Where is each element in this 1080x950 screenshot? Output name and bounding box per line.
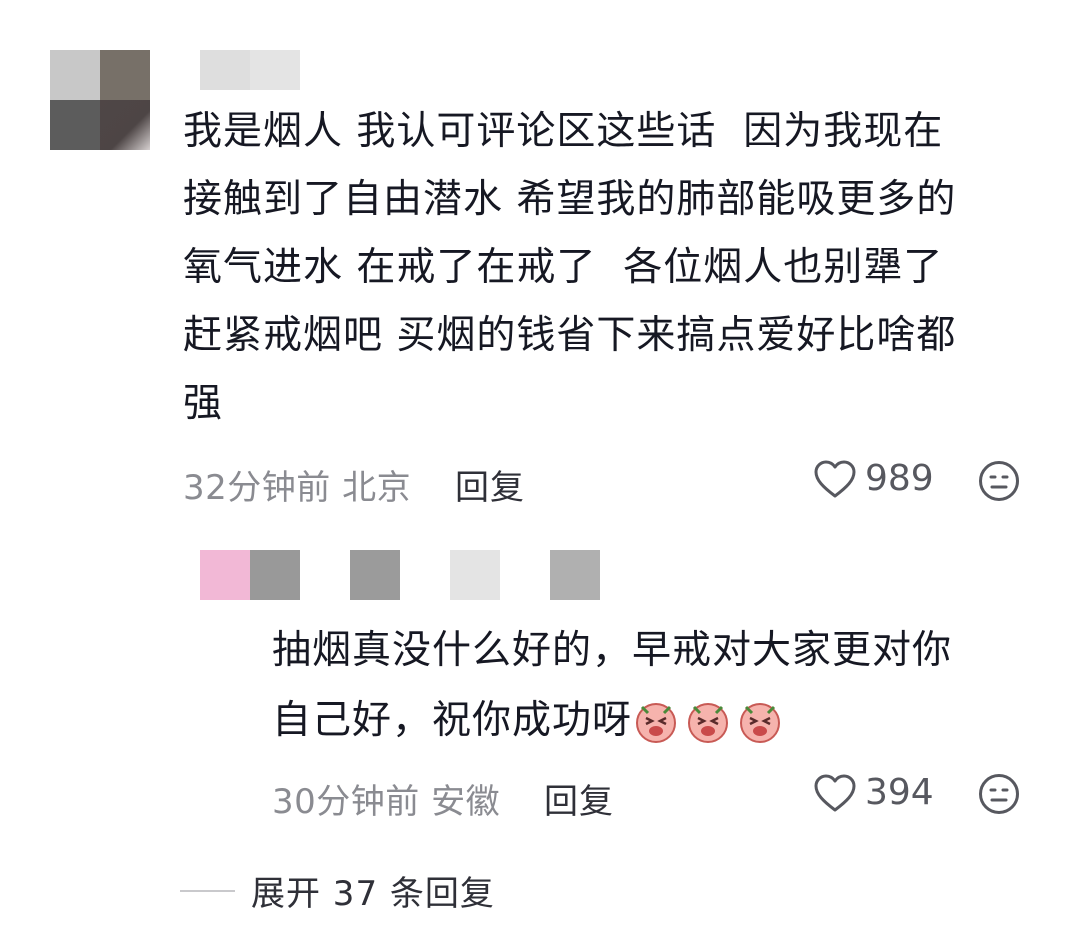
comment-like-button[interactable]: 989 [813,458,934,499]
comment-line: 赶紧戒烟吧 买烟的钱省下来搞点爱好比啥都 [183,313,957,358]
reply-line: 自己好，祝你成功呀 [272,686,1052,756]
expand-replies-button[interactable]: 展开 37 条回复 [180,866,495,915]
comment-line: 我是烟人 我认可评论区这些话 因为我现在 [183,109,944,154]
comment-line: 接触到了自由潜水 希望我的肺部能吸更多的 [183,177,957,222]
reply-like-button[interactable]: 394 [813,772,934,813]
comment-time-location: 32分钟前 北京 [183,468,412,508]
replier-username[interactable] [200,550,600,600]
commenter-avatar[interactable] [50,50,150,150]
reply-line: 抽烟真没什么好的，早戒对大家更对你 [272,628,953,673]
heart-outline-icon [813,773,857,813]
comment-line: 氧气进水 在戒了在戒了 各位烟人也别犟了 [183,245,944,290]
expand-divider [180,889,235,892]
neutral-face-icon[interactable] [978,460,1020,502]
reply-like-count: 394 [865,772,934,813]
heart-outline-icon [813,459,857,499]
reply-body: 抽烟真没什么好的，早戒对大家更对你 自己好，祝你成功呀 [272,616,1052,756]
comment-reply-button[interactable]: 回复 [455,460,525,509]
comment-like-count: 989 [865,458,934,499]
reply-time-location: 30分钟前 安徽 [272,782,501,822]
commenter-username[interactable] [200,50,300,90]
neutral-face-icon[interactable] [978,773,1020,815]
reply-reply-button[interactable]: 回复 [544,774,614,823]
comment-body: 我是烟人 我认可评论区这些话 因为我现在 接触到了自由潜水 希望我的肺部能吸更多… [183,98,1043,438]
reply-line-text: 自己好，祝你成功呀 [272,698,633,743]
crying-pig-emoji-icon [632,697,786,745]
expand-replies-label: 展开 37 条回复 [251,874,495,914]
comment-line: 强 [183,381,224,426]
